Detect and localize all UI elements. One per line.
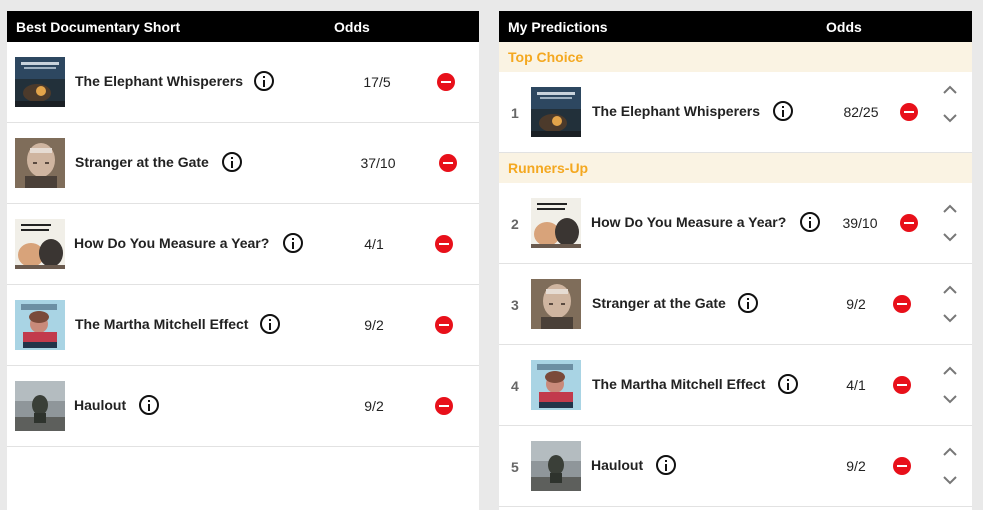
predictions-header: My Predictions Odds [499,11,972,42]
nominee-poster [531,360,581,410]
prediction-title: How Do You Measure a Year? [591,214,787,230]
rank-number: 1 [511,105,519,121]
prediction-odds: 82/25 [843,104,879,120]
nominee-row[interactable]: How Do You Measure a Year? 4/1 [7,204,479,285]
prediction-row[interactable]: 1 The Elephant Whisperers 82/25 [499,72,972,153]
nominee-odds: 9/2 [364,317,384,333]
nominee-odds: 17/5 [363,74,391,90]
nominee-title: The Martha Mitchell Effect [75,316,249,332]
chevron-up-icon[interactable] [943,447,957,456]
chevron-up-icon[interactable] [943,285,957,294]
remove-icon[interactable] [893,457,911,475]
chevron-up-icon[interactable] [943,85,957,94]
remove-icon[interactable] [893,295,911,313]
prediction-odds: 9/2 [846,458,866,474]
section-top-choice: Top Choice [499,42,972,72]
prediction-row[interactable]: 5 Haulout 9/2 [499,426,972,507]
predictions-panel: My Predictions Odds Top Choice 1 The Ele… [499,11,972,510]
prediction-title: Haulout [591,457,644,473]
nominee-row[interactable]: Stranger at the Gate 37/10 [7,123,479,204]
rank-number: 3 [511,297,519,313]
nominee-row[interactable]: The Elephant Whisperers 17/5 [7,42,479,123]
predictions-title: My Predictions [508,19,608,35]
info-icon[interactable] [222,152,242,172]
info-icon[interactable] [283,233,303,253]
nominee-poster [15,57,65,107]
prediction-row[interactable]: 4 The Martha Mitchell Effect 4/1 [499,345,972,426]
info-icon[interactable] [260,314,280,334]
prediction-title: The Martha Mitchell Effect [592,376,766,392]
remove-icon[interactable] [900,214,918,232]
prediction-row[interactable]: 3 Stranger at the Gate 9/2 [499,264,972,345]
remove-icon[interactable] [893,376,911,394]
chevron-down-icon[interactable] [943,476,957,485]
prediction-odds: 4/1 [846,377,866,393]
chevron-up-icon[interactable] [943,366,957,375]
nominee-poster [531,441,581,491]
nominee-poster [15,300,65,350]
section-runners-up: Runners-Up [499,153,972,183]
nominee-row[interactable]: Haulout 9/2 [7,366,479,447]
prediction-title: The Elephant Whisperers [592,103,761,119]
rank-number: 2 [511,216,519,232]
nominee-poster [15,381,65,431]
nominee-row[interactable]: The Martha Mitchell Effect 9/2 [7,285,479,366]
nominee-poster [15,138,65,188]
info-icon[interactable] [254,71,274,91]
nominee-odds: 37/10 [360,155,396,171]
nominee-poster [531,279,581,329]
remove-icon[interactable] [437,73,455,91]
chevron-up-icon[interactable] [943,204,957,213]
info-icon[interactable] [738,293,758,313]
nominee-poster [531,198,581,248]
info-icon[interactable] [778,374,798,394]
remove-icon[interactable] [439,154,457,172]
chevron-down-icon[interactable] [943,395,957,404]
info-icon[interactable] [773,101,793,121]
chevron-down-icon[interactable] [943,233,957,242]
odds-column-header: Odds [826,19,862,35]
info-icon[interactable] [656,455,676,475]
rank-number: 4 [511,378,519,394]
nominee-poster [15,219,65,269]
prediction-odds: 9/2 [846,296,866,312]
odds-column-header: Odds [334,19,370,35]
nominee-title: The Elephant Whisperers [75,73,244,89]
nominees-panel: Best Documentary Short Odds The Elephant… [7,11,479,510]
prediction-odds: 39/10 [842,215,878,231]
nominee-odds: 9/2 [364,398,384,414]
nominees-header: Best Documentary Short Odds [7,11,479,42]
info-icon[interactable] [800,212,820,232]
nominee-title: How Do You Measure a Year? [74,235,270,251]
chevron-down-icon[interactable] [943,314,957,323]
remove-icon[interactable] [900,103,918,121]
rank-number: 5 [511,459,519,475]
category-title: Best Documentary Short [16,19,181,35]
nominee-poster [531,87,581,137]
nominee-title: Stranger at the Gate [75,154,209,170]
chevron-down-icon[interactable] [943,114,957,123]
remove-icon[interactable] [435,235,453,253]
prediction-row[interactable]: 2 How Do You Measure a Year? 39/10 [499,183,972,264]
nominee-title: Haulout [74,397,127,413]
section-label: Runners-Up [508,160,589,176]
prediction-title: Stranger at the Gate [592,295,726,311]
remove-icon[interactable] [435,316,453,334]
nominee-odds: 4/1 [364,236,384,252]
section-label: Top Choice [508,49,584,65]
remove-icon[interactable] [435,397,453,415]
info-icon[interactable] [139,395,159,415]
